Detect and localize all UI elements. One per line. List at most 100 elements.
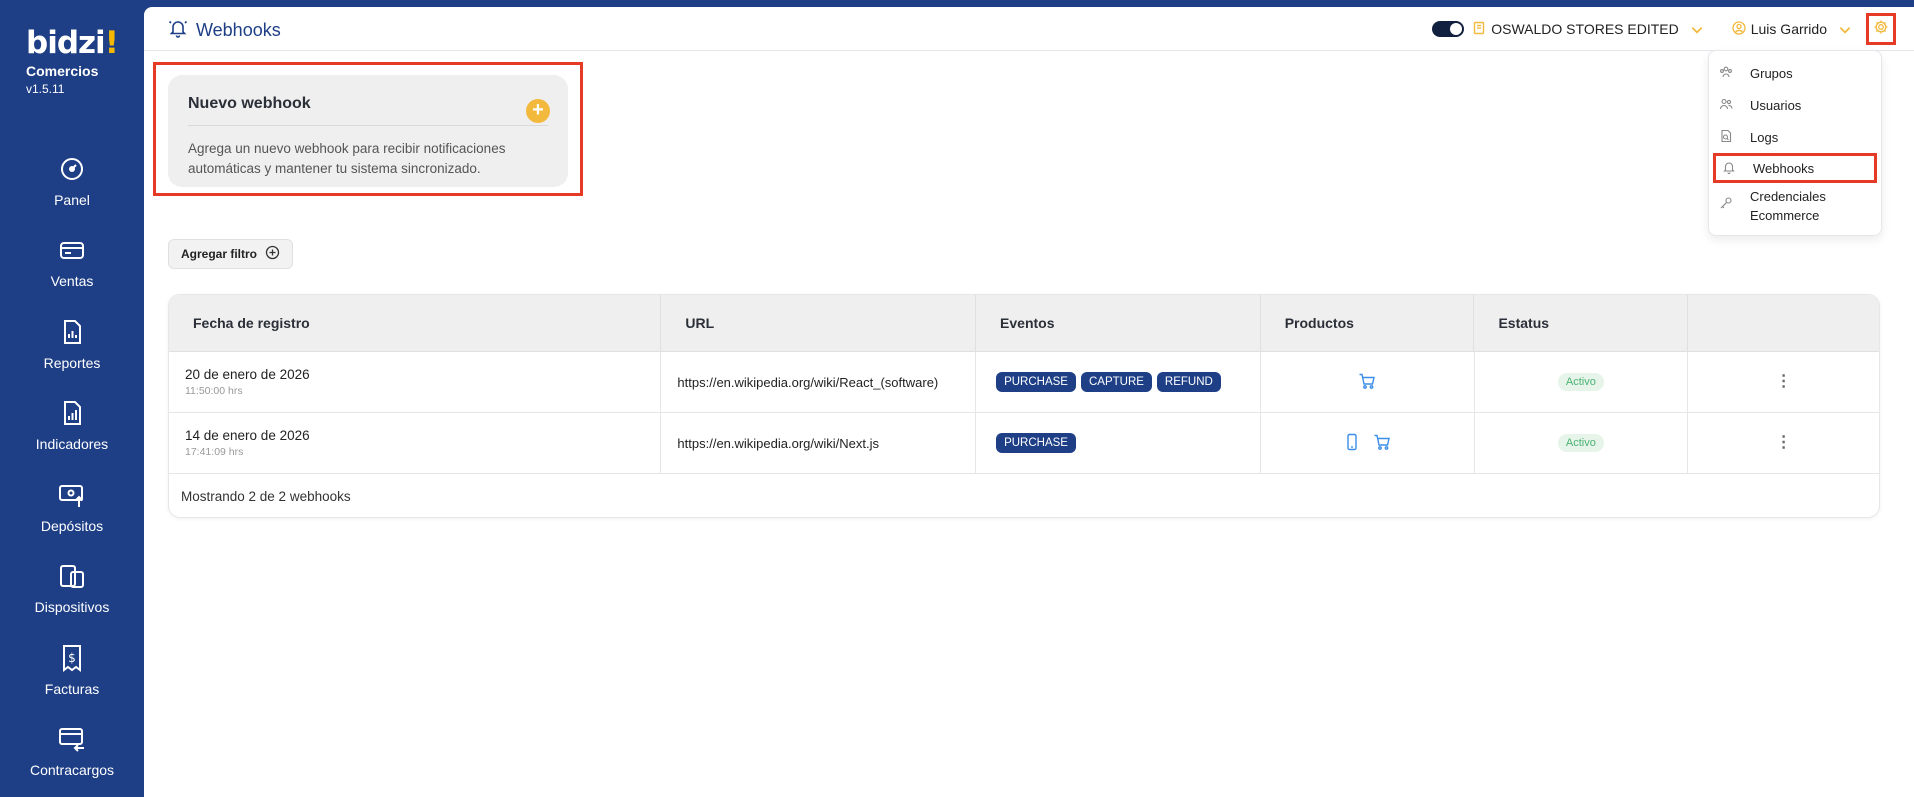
invoice-icon: $	[57, 643, 87, 673]
phone-icon	[1343, 433, 1361, 454]
date-cell: 14 de enero de 2026 17:41:09 hrs	[169, 413, 662, 473]
menu-item-grupos[interactable]: Grupos	[1709, 57, 1881, 89]
new-webhook-card[interactable]: Nuevo webhook + Agrega un nuevo webhook …	[168, 75, 568, 187]
menu-item-label: Grupos	[1750, 65, 1793, 81]
event-badge: CAPTURE	[1080, 372, 1152, 392]
user-menu[interactable]: Luis Garrido	[1732, 20, 1851, 38]
store-selector[interactable]: OSWALDO STORES EDITED	[1472, 21, 1703, 38]
deposit-icon	[57, 480, 87, 510]
menu-item-label: Logs	[1750, 129, 1779, 145]
menu-item-label: Credenciales Ecommerce	[1750, 188, 1826, 224]
events-cell: PURCHASE	[976, 413, 1261, 473]
add-filter-button[interactable]: Agregar filtro	[168, 239, 294, 269]
menu-item-usuarios[interactable]: Usuarios	[1709, 89, 1881, 121]
main-content: Webhooks OSWALDO STORES EDITED Luis Garr…	[144, 7, 1914, 797]
sidebar-item-facturas[interactable]: $ Facturas	[0, 629, 144, 711]
more-options-icon[interactable]: ⋮	[1776, 435, 1792, 451]
sidebar-item-label: Depósitos	[40, 517, 104, 534]
svg-text:$: $	[68, 651, 76, 665]
add-filter-label: Agregar filtro	[181, 247, 258, 261]
menu-item-webhooks[interactable]: Webhooks	[1713, 153, 1877, 183]
sidebar-item-label: Ventas	[50, 273, 94, 290]
store-icon	[1472, 21, 1486, 38]
plus-circle-icon	[265, 245, 280, 263]
key-icon	[1719, 196, 1750, 216]
logs-icon	[1719, 129, 1750, 146]
events-cell: PURCHASE CAPTURE REFUND	[976, 352, 1261, 412]
devices-icon	[57, 561, 87, 591]
column-header-fecha[interactable]: Fecha de registro	[169, 295, 662, 351]
bell-icon	[1722, 160, 1753, 177]
url-cell: https://en.wikipedia.org/wiki/React_(sof…	[661, 352, 977, 412]
actions-cell: ⋮	[1688, 413, 1879, 473]
sidebar-item-label: Contracargos	[29, 762, 115, 779]
sidebar-item-indicadores[interactable]: Indicadores	[0, 385, 144, 467]
sidebar-item-label: Reportes	[43, 354, 101, 371]
add-webhook-button[interactable]: +	[526, 99, 550, 123]
time-text: 17:41:09 hrs	[185, 446, 244, 458]
sidebar: bidzi! Comercios v1.5.11 Panel Ventas Re…	[0, 0, 144, 797]
brand-subtitle: Comercios	[26, 63, 99, 79]
store-name: OSWALDO STORES EDITED	[1491, 21, 1679, 37]
sidebar-item-label: Facturas	[44, 680, 100, 697]
bell-icon	[168, 18, 188, 43]
column-header-estatus[interactable]: Estatus	[1474, 295, 1689, 351]
settings-button[interactable]	[1866, 13, 1896, 45]
menu-item-label: Webhooks	[1753, 160, 1815, 176]
sidebar-item-dispositivos[interactable]: Dispositivos	[0, 548, 144, 630]
sidebar-item-ventas[interactable]: Ventas	[0, 222, 144, 304]
brand: bidzi! Comercios v1.5.11	[26, 28, 119, 97]
chargeback-icon	[57, 724, 87, 754]
top-bar: Webhooks OSWALDO STORES EDITED Luis Garr…	[144, 7, 1914, 51]
event-badge: REFUND	[1156, 372, 1221, 392]
sidebar-item-panel[interactable]: Panel	[0, 140, 144, 222]
bidzi-logo[interactable]: bidzi!	[26, 28, 119, 59]
webhooks-table: Fecha de registro URL Eventos Productos …	[168, 294, 1880, 518]
mode-toggle[interactable]	[1432, 21, 1465, 37]
column-header-productos[interactable]: Productos	[1261, 295, 1475, 351]
gauge-icon	[57, 154, 87, 184]
table-row[interactable]: 20 de enero de 2026 11:50:00 hrs https:/…	[169, 352, 1879, 413]
user-icon	[1732, 20, 1746, 38]
app-version: v1.5.11	[26, 82, 65, 96]
table-footer: Mostrando 2 de 2 webhooks	[181, 488, 351, 504]
sidebar-nav: Panel Ventas Reportes Indicadores Depósi…	[0, 140, 144, 792]
sidebar-item-reportes[interactable]: Reportes	[0, 303, 144, 385]
products-cell	[1261, 352, 1475, 412]
event-badge: PURCHASE	[996, 433, 1076, 453]
divider	[188, 125, 548, 126]
page-title: Webhooks	[168, 18, 281, 43]
products-cell	[1261, 413, 1475, 473]
chevron-down-icon	[1838, 23, 1851, 35]
sidebar-item-contracargos[interactable]: Contracargos	[0, 711, 144, 793]
sidebar-item-label: Dispositivos	[34, 599, 110, 616]
top-right-controls: OSWALDO STORES EDITED Luis Garrido	[1432, 7, 1914, 51]
new-webhook-description: Agrega un nuevo webhook para recibir not…	[188, 141, 506, 176]
cart-icon	[1373, 433, 1391, 454]
date-text: 14 de enero de 2026	[185, 428, 310, 443]
menu-item-credenciales[interactable]: Credenciales Ecommerce	[1709, 183, 1881, 229]
chart-doc-icon	[57, 398, 87, 428]
column-header-actions	[1688, 295, 1879, 351]
time-text: 11:50:00 hrs	[185, 385, 243, 397]
cart-icon	[1358, 372, 1376, 393]
column-header-url[interactable]: URL	[661, 295, 977, 351]
table-row[interactable]: 14 de enero de 2026 17:41:09 hrs https:/…	[169, 413, 1879, 474]
column-header-eventos[interactable]: Eventos	[976, 295, 1261, 351]
report-icon	[57, 317, 87, 347]
status-badge: Activo	[1557, 373, 1604, 391]
new-webhook-title: Nuevo webhook	[188, 95, 311, 112]
page-title-text: Webhooks	[196, 20, 281, 40]
status-badge: Activo	[1557, 434, 1604, 452]
actions-cell: ⋮	[1688, 352, 1879, 412]
date-cell: 20 de enero de 2026 11:50:00 hrs	[169, 352, 662, 412]
table-header: Fecha de registro URL Eventos Productos …	[169, 295, 1879, 352]
menu-item-logs[interactable]: Logs	[1709, 121, 1881, 153]
sidebar-item-depositos[interactable]: Depósitos	[0, 466, 144, 548]
status-cell: Activo	[1475, 352, 1689, 412]
users-icon	[1719, 97, 1750, 114]
more-options-icon[interactable]: ⋮	[1776, 374, 1792, 390]
event-badge: PURCHASE	[996, 372, 1076, 392]
menu-item-label: Usuarios	[1750, 97, 1802, 113]
card-icon	[57, 235, 87, 265]
